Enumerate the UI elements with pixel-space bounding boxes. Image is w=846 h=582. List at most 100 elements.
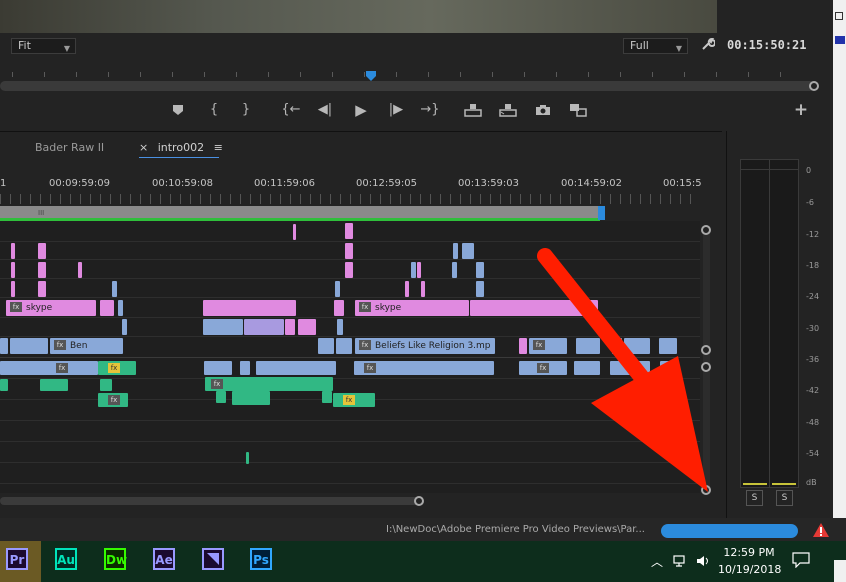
clip[interactable] xyxy=(624,338,650,354)
chevron-up-icon[interactable]: ︿ xyxy=(651,553,663,570)
clip[interactable] xyxy=(411,262,416,278)
audio-clip[interactable] xyxy=(40,379,68,391)
clip[interactable] xyxy=(337,319,343,335)
plus-icon[interactable]: + xyxy=(790,97,812,123)
mark-out-icon[interactable]: } xyxy=(235,97,257,123)
clip[interactable] xyxy=(112,281,117,297)
audio-clip[interactable] xyxy=(216,391,226,403)
clip[interactable] xyxy=(318,338,334,354)
work-area-end[interactable] xyxy=(598,206,605,220)
clip[interactable] xyxy=(452,262,457,278)
clip[interactable]: fx xyxy=(529,338,567,354)
clip[interactable] xyxy=(476,262,484,278)
clip[interactable] xyxy=(11,281,15,297)
go-to-in-icon[interactable]: {← xyxy=(280,97,302,123)
clip[interactable] xyxy=(470,300,598,316)
scroll-handle[interactable] xyxy=(701,345,711,355)
audio-clip[interactable] xyxy=(232,391,270,405)
clip[interactable] xyxy=(38,243,46,259)
audio-clip[interactable]: fx xyxy=(98,393,128,407)
clip[interactable] xyxy=(38,262,46,278)
clip[interactable] xyxy=(417,262,421,278)
mark-in-icon[interactable]: { xyxy=(203,97,225,123)
clip[interactable] xyxy=(203,300,296,316)
notifications-icon[interactable] xyxy=(792,552,810,569)
clock[interactable]: 12:59 PM 10/19/2018 xyxy=(718,546,781,576)
extract-icon[interactable] xyxy=(497,97,519,123)
clip[interactable] xyxy=(519,338,527,354)
audio-clip[interactable]: fx xyxy=(205,377,333,391)
zoom-handle[interactable] xyxy=(809,81,819,91)
audio-clip[interactable] xyxy=(246,452,249,464)
audio-clip[interactable]: fx xyxy=(0,361,98,375)
clip[interactable] xyxy=(285,319,295,335)
clip[interactable] xyxy=(122,319,127,335)
monitor-playhead[interactable] xyxy=(366,66,376,81)
clip[interactable] xyxy=(10,338,48,354)
clip[interactable] xyxy=(345,223,353,239)
go-to-out-icon[interactable]: →} xyxy=(419,97,441,123)
clip[interactable] xyxy=(11,243,15,259)
clip[interactable] xyxy=(11,262,15,278)
audio-clip[interactable] xyxy=(574,361,600,375)
clip[interactable] xyxy=(118,300,123,316)
scroll-handle[interactable] xyxy=(701,362,711,372)
audio-clip[interactable]: fx xyxy=(98,361,136,375)
after-effects-app-icon[interactable]: Ae xyxy=(153,548,175,570)
lift-icon[interactable] xyxy=(462,97,484,123)
audio-clip[interactable] xyxy=(256,361,336,375)
volume-icon[interactable] xyxy=(696,553,712,567)
audio-clip[interactable]: fx xyxy=(333,393,375,407)
warning-icon[interactable] xyxy=(812,522,830,538)
monitor-zoom-scrollbar[interactable] xyxy=(0,81,815,91)
audio-clip[interactable] xyxy=(610,361,650,375)
playhead-timecode[interactable]: 00:15:50:21 xyxy=(727,38,806,52)
dreamweaver-app-icon[interactable]: Dw xyxy=(104,548,127,570)
menu-icon[interactable]: ≡ xyxy=(214,141,223,154)
monitor-ruler[interactable] xyxy=(0,66,808,78)
audio-clip[interactable] xyxy=(660,361,678,375)
camera-icon[interactable] xyxy=(532,97,554,123)
network-icon[interactable] xyxy=(672,553,688,567)
resolution-dropdown[interactable]: Full ▼ xyxy=(623,38,688,54)
comparison-view-icon[interactable] xyxy=(567,97,589,123)
clip[interactable] xyxy=(0,338,8,354)
audio-clip[interactable]: fx xyxy=(354,361,494,375)
media-encoder-app-icon[interactable] xyxy=(202,548,224,570)
clip[interactable] xyxy=(335,281,340,297)
clip-skype[interactable]: fx skype xyxy=(6,300,96,316)
clip[interactable] xyxy=(405,281,409,297)
clip[interactable] xyxy=(421,281,425,297)
timeline-tracks[interactable]: fx skype fx skype fx Ben fx Beliefs Like Rel… xyxy=(0,221,700,493)
audio-clip[interactable] xyxy=(204,361,232,375)
timeline-horizontal-scrollbar[interactable] xyxy=(0,497,420,505)
clip[interactable] xyxy=(345,243,353,259)
wrench-icon[interactable] xyxy=(701,37,716,53)
clip[interactable] xyxy=(336,338,352,354)
step-forward-icon[interactable]: |▶ xyxy=(385,97,407,123)
marker-icon[interactable] xyxy=(167,97,189,123)
clip[interactable] xyxy=(453,243,458,259)
clip[interactable] xyxy=(38,281,46,297)
clip[interactable] xyxy=(298,319,316,335)
clip[interactable] xyxy=(100,300,114,316)
audio-clip[interactable] xyxy=(100,379,112,391)
timeline-vertical-scrollbar[interactable] xyxy=(703,229,710,491)
clip[interactable] xyxy=(78,262,82,278)
audio-clip[interactable] xyxy=(240,361,250,375)
premiere-pro-app-icon[interactable]: Pr xyxy=(6,548,28,570)
zoom-dropdown[interactable]: Fit ▼ xyxy=(11,38,76,54)
timeline-ruler[interactable]: 1 00:09:59:09 00:10:59:08 00:11:59:06 00… xyxy=(0,178,706,192)
clip-beliefs[interactable]: fx Beliefs Like Religion 3.mp xyxy=(355,338,495,354)
audio-clip[interactable]: fx xyxy=(519,361,567,375)
solo-right-button[interactable]: S xyxy=(776,490,793,506)
clip[interactable] xyxy=(345,262,353,278)
clip[interactable] xyxy=(659,338,677,354)
clip-skype[interactable]: fx skype xyxy=(355,300,469,316)
clip[interactable] xyxy=(476,281,484,297)
solo-left-button[interactable]: S xyxy=(746,490,763,506)
clip[interactable] xyxy=(576,338,600,354)
clip[interactable] xyxy=(293,224,296,240)
play-icon[interactable]: ▶ xyxy=(350,97,372,123)
clip[interactable] xyxy=(334,300,344,316)
